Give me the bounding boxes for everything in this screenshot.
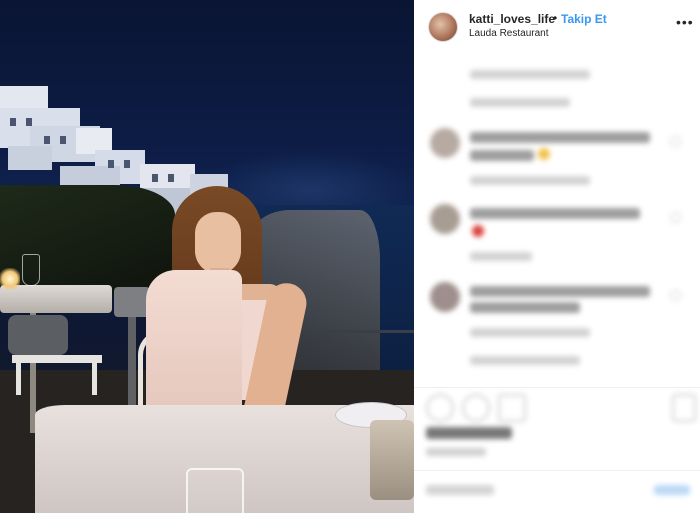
candle-light <box>0 268 20 290</box>
location-link[interactable]: Lauda Restaurant <box>469 28 549 39</box>
follow-button[interactable]: Takip Et <box>561 12 607 26</box>
post-date <box>426 448 486 456</box>
divider <box>414 470 700 471</box>
comment-avatar <box>430 128 460 158</box>
wine-glass-icon <box>22 254 40 286</box>
separator-dot: • <box>553 11 558 25</box>
emoji-icon <box>538 148 550 160</box>
heart-icon[interactable] <box>426 394 454 422</box>
post-header: katti_loves_life • Takip Et Lauda Restau… <box>414 0 700 50</box>
comment-meta <box>470 98 570 107</box>
comment-meta <box>470 356 580 365</box>
emoji-icon <box>472 225 484 237</box>
water-glass <box>186 468 244 513</box>
comment-avatar <box>430 282 460 312</box>
comment-meta <box>470 328 590 337</box>
profile-avatar[interactable] <box>428 12 458 42</box>
post-sidebar: katti_loves_life • Takip Et Lauda Restau… <box>414 0 700 513</box>
side-chair <box>8 315 102 395</box>
handbag <box>370 420 414 500</box>
woman-blazer <box>146 270 242 420</box>
comment-heart-icon[interactable] <box>670 212 681 223</box>
share-icon[interactable] <box>498 394 526 422</box>
likes-count[interactable] <box>426 427 512 439</box>
comment-input[interactable] <box>426 485 494 495</box>
divider <box>414 387 700 388</box>
comment-text <box>470 208 640 219</box>
comment-meta <box>470 252 532 261</box>
comment-text <box>470 132 650 143</box>
comment-text <box>470 286 650 297</box>
comment-heart-icon[interactable] <box>670 136 681 147</box>
woman-face <box>195 212 241 274</box>
post-photo[interactable] <box>0 0 414 513</box>
post-comment-button[interactable] <box>654 485 690 495</box>
comment-text <box>470 150 534 161</box>
comment-meta <box>470 176 590 185</box>
comment-meta <box>470 70 590 79</box>
comment-text <box>470 302 580 313</box>
comment-heart-icon[interactable] <box>670 290 681 301</box>
username-link[interactable]: katti_loves_life <box>469 12 555 26</box>
comment-avatar <box>430 204 460 234</box>
bookmark-icon[interactable] <box>672 394 696 422</box>
comment-icon[interactable] <box>462 394 490 422</box>
more-options-icon[interactable]: ••• <box>676 14 694 30</box>
